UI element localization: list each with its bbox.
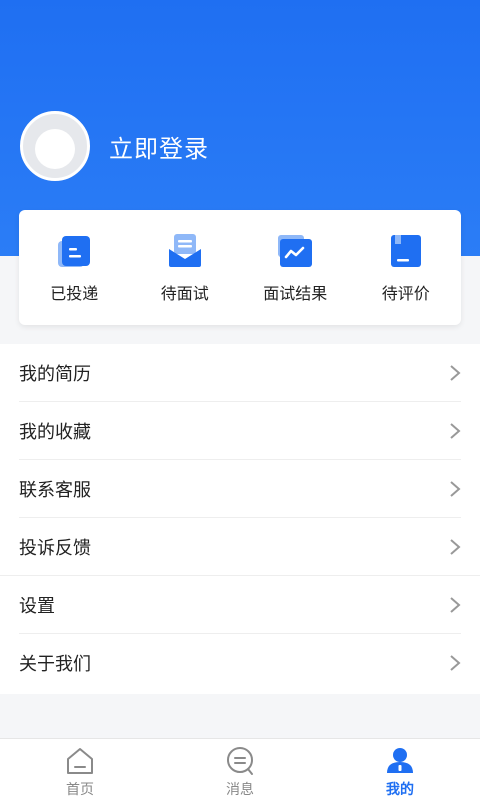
chevron-right-icon (450, 481, 461, 497)
chevron-right-icon (450, 539, 461, 555)
menu-item-settings[interactable]: 设置 (0, 576, 480, 634)
settings-menu: 我的简历 我的收藏 联系客服 投诉反馈 设置 关于我们 (0, 344, 480, 694)
status-interview-result-label: 面试结果 (263, 284, 328, 303)
status-review-pending[interactable]: 待评价 (351, 210, 462, 325)
interview-pending-icon (168, 234, 201, 267)
bottom-tab-bar: 首页 消息 我的 (0, 738, 480, 800)
avatar-placeholder-icon (35, 129, 75, 169)
status-interview-result[interactable]: 面试结果 (240, 210, 351, 325)
chevron-right-icon (450, 655, 461, 671)
menu-item-label: 我的收藏 (19, 422, 91, 443)
chevron-right-icon (450, 597, 461, 613)
tab-home-label: 首页 (66, 782, 94, 798)
user-avatar[interactable] (20, 111, 90, 181)
interview-result-icon (278, 235, 313, 267)
chevron-right-icon (450, 423, 461, 439)
menu-item-label: 关于我们 (19, 654, 91, 675)
tab-home[interactable]: 首页 (0, 739, 160, 800)
tab-profile-label: 我的 (386, 782, 414, 798)
menu-item-customer-service[interactable]: 联系客服 (0, 460, 480, 518)
message-icon (227, 747, 253, 775)
delivered-icon (58, 236, 91, 267)
review-pending-icon (390, 235, 421, 267)
menu-item-label: 设置 (19, 596, 55, 617)
tab-messages[interactable]: 消息 (160, 739, 320, 800)
chevron-right-icon (450, 365, 461, 381)
login-link[interactable]: 立即登录 (109, 129, 209, 164)
menu-item-resume[interactable]: 我的简历 (0, 344, 480, 402)
status-interview-pending[interactable]: 待面试 (130, 210, 241, 325)
home-icon (67, 748, 93, 774)
tab-messages-label: 消息 (226, 782, 254, 798)
menu-item-favorites[interactable]: 我的收藏 (0, 402, 480, 460)
application-status-card: 已投递 待面试 面试结果 待评价 (19, 210, 461, 325)
status-review-pending-label: 待评价 (381, 284, 430, 303)
profile-icon (387, 748, 413, 773)
status-delivered-label: 已投递 (50, 284, 99, 303)
menu-item-label: 联系客服 (19, 480, 91, 501)
status-interview-pending-label: 待面试 (160, 284, 209, 303)
menu-item-about[interactable]: 关于我们 (0, 634, 480, 692)
menu-item-label: 我的简历 (19, 364, 91, 385)
status-delivered[interactable]: 已投递 (19, 210, 130, 325)
tab-profile[interactable]: 我的 (320, 739, 480, 800)
menu-item-feedback[interactable]: 投诉反馈 (0, 518, 480, 576)
menu-item-label: 投诉反馈 (19, 538, 91, 559)
